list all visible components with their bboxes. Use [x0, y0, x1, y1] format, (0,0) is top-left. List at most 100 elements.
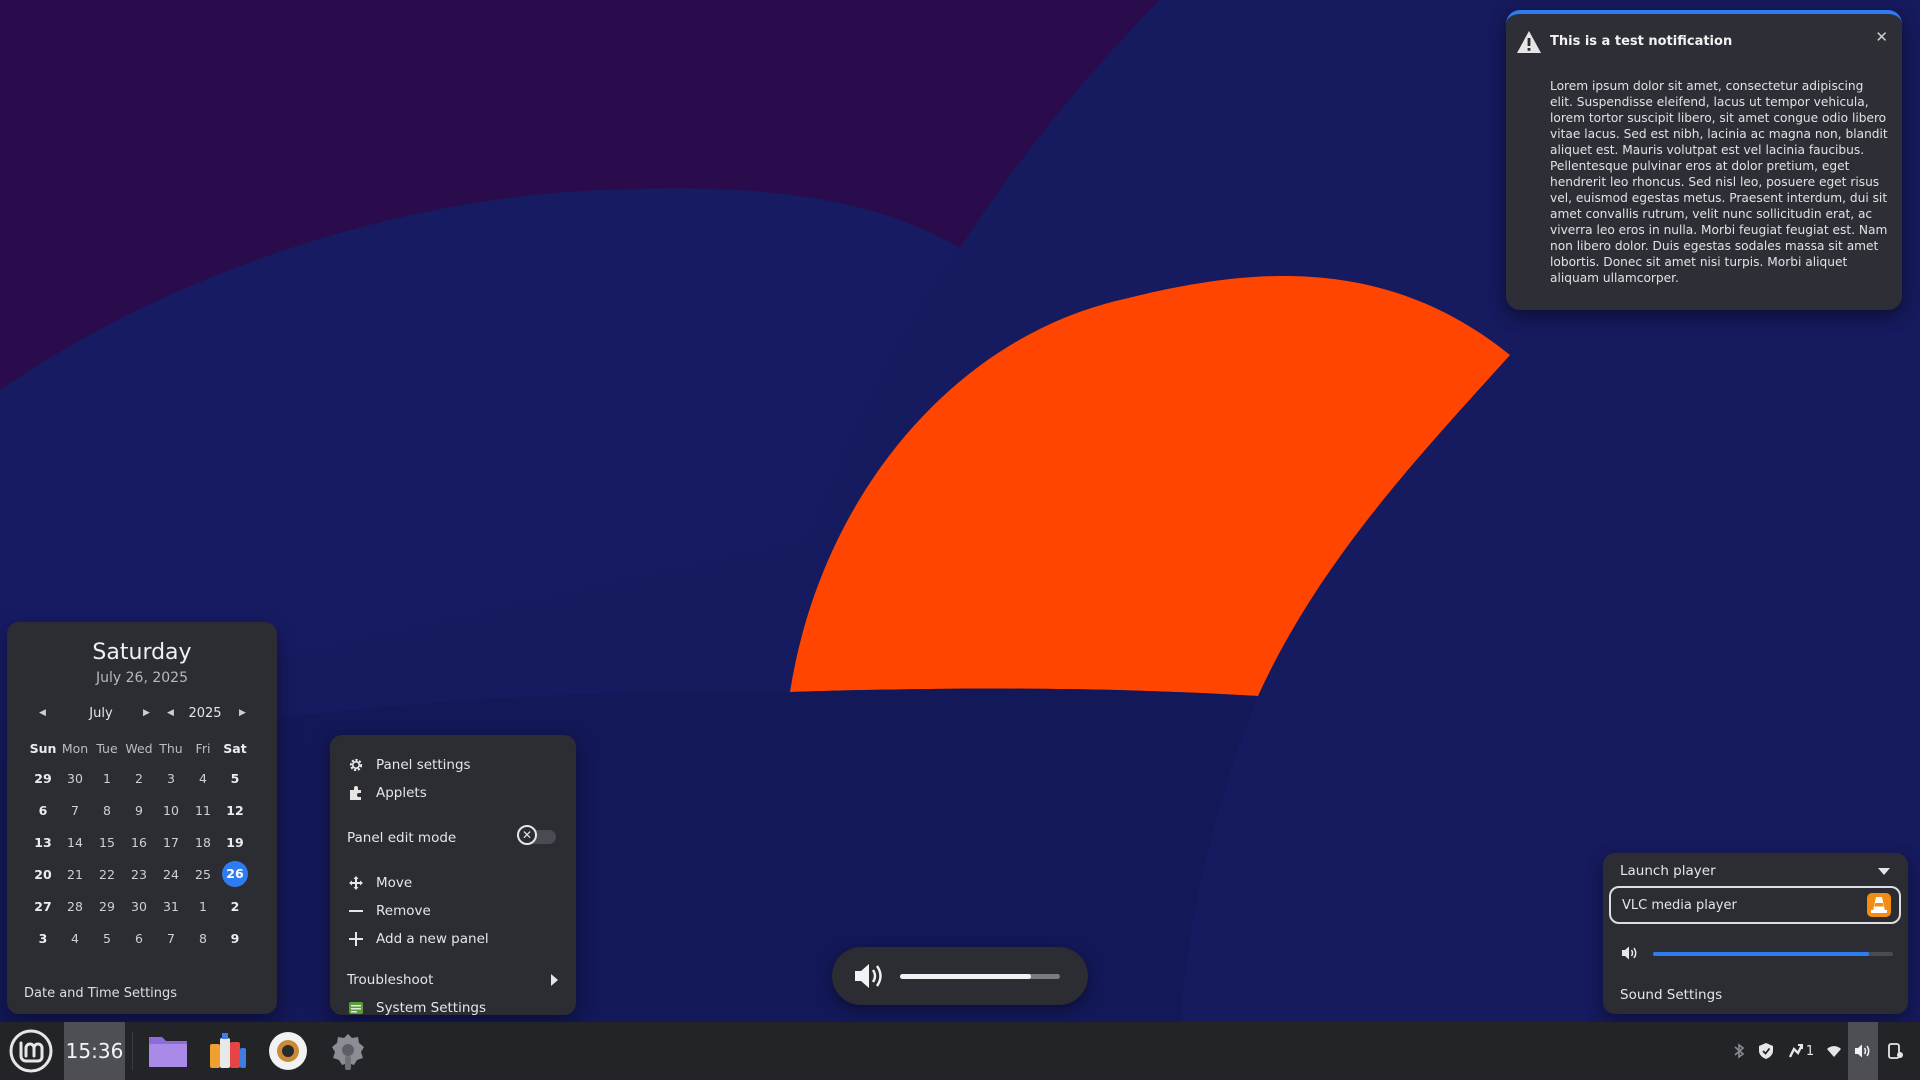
- calendar-day[interactable]: 29: [91, 899, 123, 914]
- prev-month-arrow-icon[interactable]: ◀: [39, 708, 46, 718]
- calendar-day[interactable]: 22: [91, 867, 123, 882]
- update-icon: [1788, 1044, 1803, 1058]
- day-header: Sun: [29, 740, 57, 756]
- menu-item-panel-edit-mode[interactable]: Panel edit mode ✕: [330, 825, 576, 851]
- calendar-day[interactable]: 9: [219, 931, 251, 946]
- calendar-day[interactable]: 15: [91, 835, 123, 850]
- notification-icon[interactable]: [1882, 1022, 1908, 1080]
- calendar-weekday: Saturday: [92, 640, 192, 665]
- calendar-day[interactable]: 7: [155, 931, 187, 946]
- calendar-day[interactable]: 1: [91, 771, 123, 786]
- day-header: Sat: [223, 740, 247, 756]
- software-manager-launcher[interactable]: [200, 1022, 256, 1080]
- prev-year-arrow-icon[interactable]: ◀: [167, 708, 174, 718]
- update-manager-button[interactable]: 1: [1786, 1022, 1816, 1080]
- calendar-day-headers: Sun Mon Tue Wed Thu Fri Sat: [27, 734, 267, 762]
- next-year-arrow-icon[interactable]: ▶: [239, 708, 246, 718]
- shield-icon[interactable]: [1754, 1022, 1778, 1080]
- calendar-day[interactable]: 21: [59, 867, 91, 882]
- panel-edit-mode-toggle[interactable]: ✕: [517, 825, 556, 845]
- vlc-icon: [1867, 893, 1891, 917]
- vlc-player-item[interactable]: VLC media player: [1609, 886, 1901, 924]
- close-icon[interactable]: ✕: [1875, 28, 1888, 46]
- calendar-day[interactable]: 2: [123, 771, 155, 786]
- disk-usage-launcher[interactable]: [260, 1022, 316, 1080]
- settings-icon: [332, 1034, 364, 1070]
- player-name: VLC media player: [1622, 898, 1737, 913]
- minus-icon: [346, 903, 366, 919]
- calendar-grid: Sun Mon Tue Wed Thu Fri Sat 29 30 1 2 3 …: [27, 734, 267, 954]
- menu-item-panel-settings[interactable]: Panel settings: [330, 752, 576, 778]
- volume-slider-fill: [1653, 952, 1869, 956]
- calendar-day[interactable]: 14: [59, 835, 91, 850]
- day-header: Tue: [96, 740, 118, 756]
- taskbar-separator: [132, 1032, 133, 1070]
- menu-item-system-settings[interactable]: System Settings: [330, 995, 576, 1021]
- calendar-day[interactable]: 30: [123, 899, 155, 914]
- calendar-day[interactable]: 12: [219, 803, 251, 818]
- calendar-day[interactable]: 25: [187, 867, 219, 882]
- calendar-day[interactable]: 23: [123, 867, 155, 882]
- launch-player-label[interactable]: Launch player: [1620, 863, 1716, 879]
- volume-slider[interactable]: [1653, 952, 1893, 956]
- calendar-day[interactable]: 16: [123, 835, 155, 850]
- taskbar-clock[interactable]: 15:36: [64, 1022, 125, 1080]
- chevron-down-icon[interactable]: [1878, 868, 1890, 875]
- calendar-day[interactable]: 3: [155, 771, 187, 786]
- menu-item-remove[interactable]: Remove: [330, 898, 576, 924]
- menu-item-applets[interactable]: Applets: [330, 780, 576, 806]
- next-month-arrow-icon[interactable]: ▶: [143, 708, 150, 718]
- sound-settings-link[interactable]: Sound Settings: [1620, 987, 1722, 1003]
- calendar-day[interactable]: 4: [187, 771, 219, 786]
- day-header: Thu: [159, 740, 183, 756]
- speaker-icon[interactable]: [1621, 945, 1639, 961]
- calendar-day[interactable]: 31: [155, 899, 187, 914]
- settings-launcher[interactable]: [320, 1022, 376, 1080]
- day-header: Mon: [61, 740, 89, 756]
- warning-icon: [1517, 31, 1541, 53]
- calendar-day[interactable]: 7: [59, 803, 91, 818]
- menu-item-move[interactable]: Move: [330, 870, 576, 896]
- volume-icon[interactable]: [1850, 1022, 1876, 1080]
- calendar-day[interactable]: 6: [123, 931, 155, 946]
- disk-usage-icon: [269, 1032, 307, 1070]
- calendar-day[interactable]: 30: [59, 771, 91, 786]
- calendar-day[interactable]: 5: [219, 771, 251, 786]
- calendar-day[interactable]: 9: [123, 803, 155, 818]
- day-header: Wed: [125, 740, 153, 756]
- menu-item-troubleshoot[interactable]: Troubleshoot: [330, 967, 576, 993]
- system-settings-icon: [346, 1000, 366, 1016]
- calendar-day[interactable]: 13: [27, 835, 59, 850]
- calendar-day[interactable]: 11: [187, 803, 219, 818]
- calendar-day[interactable]: 27: [27, 899, 59, 914]
- calendar-day[interactable]: 1: [187, 899, 219, 914]
- mint-menu-button[interactable]: [4, 1022, 58, 1080]
- menu-item-label: Troubleshoot: [347, 972, 434, 988]
- calendar-day[interactable]: 24: [155, 867, 187, 882]
- calendar-day[interactable]: 8: [187, 931, 219, 946]
- calendar-full-date: July 26, 2025: [96, 670, 188, 686]
- calendar-day[interactable]: 18: [187, 835, 219, 850]
- menu-item-add-panel[interactable]: Add a new panel: [330, 926, 576, 952]
- calendar-day-today[interactable]: 26: [222, 861, 248, 887]
- calendar-week: 6 7 8 9 10 11 12: [27, 794, 267, 826]
- calendar-day[interactable]: 20: [27, 867, 59, 882]
- folder-icon: [149, 1037, 187, 1067]
- software-manager-icon: [210, 1033, 246, 1068]
- calendar-day[interactable]: 6: [27, 803, 59, 818]
- date-time-settings-link[interactable]: Date and Time Settings: [24, 986, 177, 1001]
- files-launcher[interactable]: [140, 1022, 196, 1080]
- calendar-day[interactable]: 3: [27, 931, 59, 946]
- wifi-icon[interactable]: [1822, 1022, 1846, 1080]
- calendar-day[interactable]: 10: [155, 803, 187, 818]
- calendar-day[interactable]: 2: [219, 899, 251, 914]
- calendar-day[interactable]: 19: [219, 835, 251, 850]
- calendar-day[interactable]: 4: [59, 931, 91, 946]
- calendar-day[interactable]: 17: [155, 835, 187, 850]
- bluetooth-icon[interactable]: [1728, 1022, 1750, 1080]
- calendar-day[interactable]: 28: [59, 899, 91, 914]
- calendar-day[interactable]: 5: [91, 931, 123, 946]
- calendar-week: 29 30 1 2 3 4 5: [27, 762, 267, 794]
- calendar-day[interactable]: 8: [91, 803, 123, 818]
- calendar-day[interactable]: 29: [27, 771, 59, 786]
